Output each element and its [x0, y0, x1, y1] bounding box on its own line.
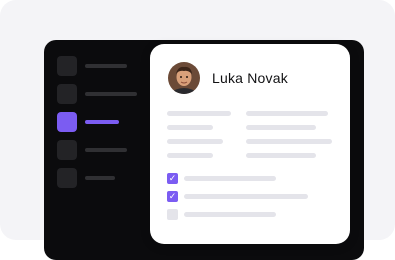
- user-name: Luka Novak: [212, 70, 288, 86]
- sidebar-icon: [57, 84, 77, 104]
- sidebar-item-label-placeholder: [85, 176, 115, 180]
- sidebar-icon: [57, 112, 77, 132]
- check-icon[interactable]: ✓: [167, 173, 178, 184]
- sidebar-item-label-placeholder: [85, 64, 127, 68]
- checkbox-empty[interactable]: [167, 209, 178, 220]
- sidebar-icon: [57, 56, 77, 76]
- placeholder-line: [246, 139, 332, 144]
- placeholder-line: [167, 139, 223, 144]
- sidebar-icon: [57, 168, 77, 188]
- avatar-icon: [168, 62, 200, 94]
- sidebar-item-label-placeholder: [85, 92, 137, 96]
- avatar[interactable]: [168, 62, 200, 94]
- checklist-label-placeholder: [184, 194, 308, 199]
- placeholder-line: [246, 125, 316, 130]
- sidebar-icon: [57, 140, 77, 160]
- placeholder-line: [167, 153, 213, 158]
- sidebar-item-label-placeholder: [85, 148, 127, 152]
- checklist-label-placeholder: [184, 212, 276, 217]
- check-icon[interactable]: ✓: [167, 191, 178, 202]
- placeholder-line: [167, 125, 213, 130]
- sidebar-item-label-placeholder: [85, 120, 119, 124]
- placeholder-line: [246, 111, 328, 116]
- placeholder-line: [246, 153, 316, 158]
- checklist-label-placeholder: [184, 176, 276, 181]
- placeholder-line: [167, 111, 231, 116]
